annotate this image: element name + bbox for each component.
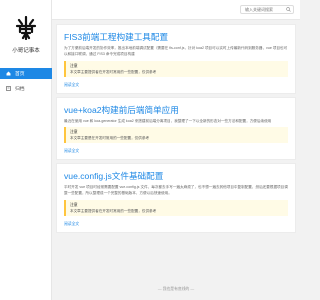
site-name: 小哥记事本 <box>12 48 40 54</box>
sidebar-item-home[interactable]: 首页 <box>0 68 52 79</box>
sidebar-item-label: 首页 <box>15 72 25 77</box>
page: 小哥记事本 首页 归档 FIS3前端工程构建工具配置 为了方便前后端开发的协作效… <box>0 0 300 300</box>
archive-icon <box>6 86 11 91</box>
read-more-link[interactable]: 阅读全文 <box>64 148 288 154</box>
article-list: FIS3前端工程构建工具配置 为了方便前后端开发的协作效率，推出本地前端调试配置… <box>56 24 296 236</box>
article-card: vue.config.js文件基础配置 平时开发 vue 项目时经常需要配置 v… <box>56 163 296 233</box>
article-summary: 为了方便前后端开发的协作效率，推出本地前端调试配置（需要在 fis-conf.j… <box>64 46 288 56</box>
notice-box: 注意 本文章主要是在开发时常用的一些配置，仅供参考 <box>64 127 288 144</box>
sidebar-item-archive[interactable]: 归档 <box>0 83 52 94</box>
notice-text: 本文章主要是在开发时常用的一些配置，仅供参考 <box>70 136 150 141</box>
article-card: vue+koa2构建前后端简单应用 最近在使用 vue 和 koa-genera… <box>56 96 296 161</box>
article-title[interactable]: vue.config.js文件基础配置 <box>64 170 288 182</box>
read-more-link[interactable]: 阅读全文 <box>64 221 288 227</box>
end-of-list-text: — 我也是有底线的 — <box>157 287 195 291</box>
home-icon <box>6 71 11 76</box>
notice-box: 注意 本文章主要提供者在开发时常用的一些配置，仅供参考 <box>64 60 288 77</box>
notice-text: 本文章主要提供者在开发时常用的一些配置，仅供参考 <box>70 69 157 74</box>
article-summary: 平时开发 vue 项目时经常需要配置 vue.config.js 文件，每次都去… <box>64 185 288 196</box>
notice-box: 注意 本文章主要提供者在开发时常用的一些配置，仅供参考 <box>64 199 288 216</box>
article-title[interactable]: vue+koa2构建前后端简单应用 <box>64 104 288 116</box>
sidebar: 小哥记事本 首页 归档 <box>0 0 52 300</box>
read-more-link[interactable]: 阅读全文 <box>64 82 288 88</box>
top-bar <box>52 0 300 20</box>
search-icon[interactable] <box>286 7 291 12</box>
article-title[interactable]: FIS3前端工程构建工具配置 <box>64 31 288 43</box>
notice-text: 本文章主要提供者在开发时常用的一些配置，仅供参考 <box>70 208 157 213</box>
article-card: FIS3前端工程构建工具配置 为了方便前后端开发的协作效率，推出本地前端调试配置… <box>56 24 296 94</box>
sidebar-item-label: 归档 <box>15 87 25 92</box>
article-summary: 最近在使用 vue 和 koa-generator 生成 koa2 来搭建前后端… <box>64 118 272 123</box>
logo-icon[interactable] <box>14 16 38 40</box>
